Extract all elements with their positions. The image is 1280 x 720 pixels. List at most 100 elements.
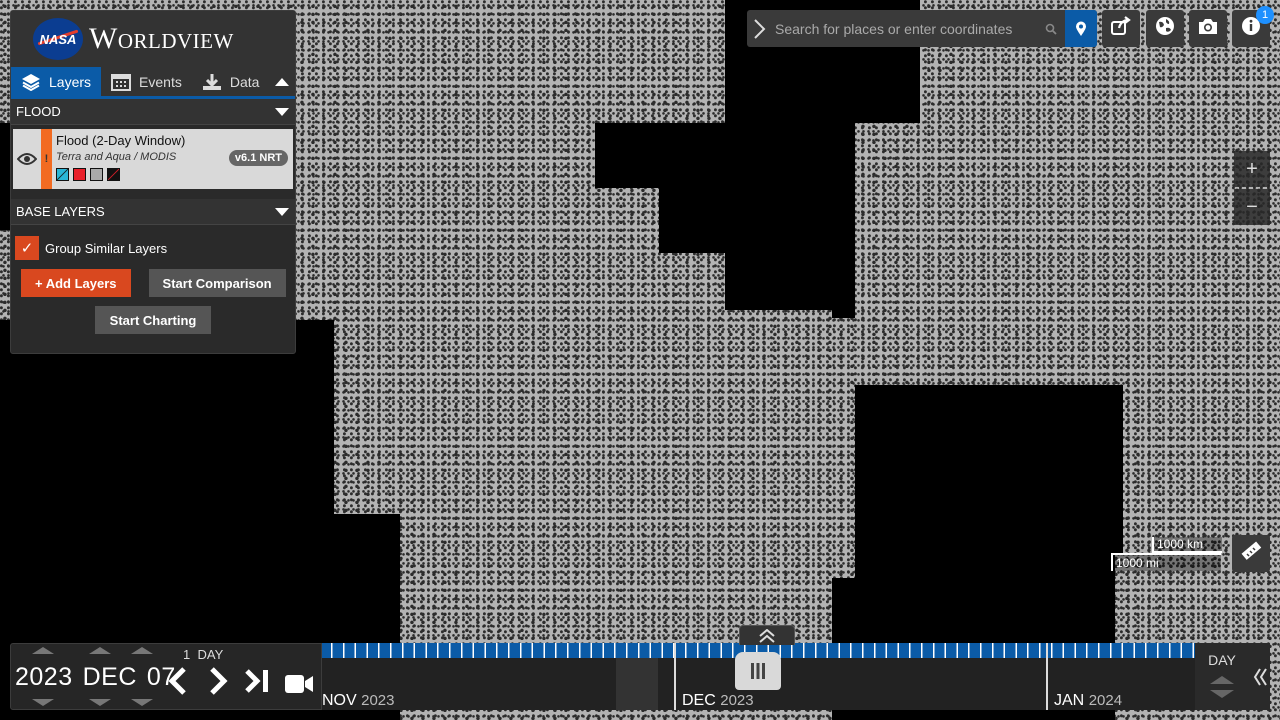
sidebar-tabs: Layers Events Data xyxy=(11,67,295,99)
group-similar-layers[interactable]: ✓ Group Similar Layers xyxy=(11,225,295,260)
year-increment-arrow[interactable] xyxy=(32,647,54,654)
base-layers-section-header[interactable]: BASE LAYERS xyxy=(11,199,295,225)
add-layers-button[interactable]: + Add Layers xyxy=(21,269,131,297)
legend-swatch-red[interactable] xyxy=(73,168,86,181)
ruler-icon xyxy=(1240,540,1262,567)
double-chevron-left-icon xyxy=(1253,667,1267,686)
zoom-level-label: DAY xyxy=(1208,652,1236,668)
month-divider xyxy=(1046,643,1048,710)
download-icon xyxy=(202,73,222,91)
search-input[interactable] xyxy=(773,20,1037,37)
interval-selector[interactable]: 1 DAY xyxy=(183,647,223,662)
legend-swatch-cyan[interactable] xyxy=(56,168,69,181)
zoom-out-button[interactable]: − xyxy=(1234,189,1270,225)
timeline-shade xyxy=(616,658,658,710)
caret-down-icon[interactable] xyxy=(275,207,289,216)
month-year: 2023 xyxy=(361,692,395,709)
day-decrement-arrow[interactable] xyxy=(131,699,153,706)
search-bar xyxy=(747,10,1097,47)
skip-to-end-icon xyxy=(245,669,268,693)
scale-bar-km: 1000 km xyxy=(1152,537,1222,553)
start-charting-button[interactable]: Start Charting xyxy=(95,306,211,334)
overlays-heading: FLOOD xyxy=(16,104,61,119)
zoom-level-up-arrow[interactable] xyxy=(1210,676,1234,684)
nasa-logo-text: NASA xyxy=(39,31,77,47)
eye-icon[interactable] xyxy=(13,129,41,189)
chevron-right-icon[interactable] xyxy=(747,18,773,40)
interval-count: 1 xyxy=(183,647,191,662)
month-increment-arrow[interactable] xyxy=(89,647,111,654)
sidebar: NASA Worldview Layers Events Data FLOOD xyxy=(10,10,296,354)
month-divider xyxy=(674,643,676,710)
tab-data[interactable]: Data xyxy=(192,67,270,96)
collapse-sidebar-button[interactable] xyxy=(269,67,295,96)
date-selector: 2023 DEC 07 1 DAY xyxy=(10,643,322,710)
scale-bar-mi: 1000 mi xyxy=(1111,553,1221,571)
interval-unit: DAY xyxy=(197,647,224,662)
base-layers-heading: BASE LAYERS xyxy=(16,204,105,219)
layer-warning-indicator[interactable]: ! xyxy=(41,129,52,189)
timeline-scrubber-handle[interactable] xyxy=(735,652,781,690)
measure-button[interactable] xyxy=(1232,535,1270,572)
start-comparison-button[interactable]: Start Comparison xyxy=(148,269,286,297)
timeline-month-label[interactable]: JAN 2024 xyxy=(1054,692,1122,710)
timeline-month-label[interactable]: NOV 2023 xyxy=(322,692,395,710)
chevron-up-icon xyxy=(275,77,290,86)
calendar-icon xyxy=(111,73,132,91)
group-similar-label: Group Similar Layers xyxy=(45,240,168,256)
layer-version-badge: v6.1 NRT xyxy=(228,150,288,166)
date-year[interactable]: 2023 xyxy=(15,663,73,692)
info-button[interactable]: 1 xyxy=(1232,6,1274,47)
video-camera-icon xyxy=(285,675,313,693)
share-icon xyxy=(1110,16,1132,41)
current-date: 2023 DEC 07 xyxy=(15,663,176,692)
location-pin-icon[interactable] xyxy=(1065,10,1097,47)
tab-layers-label: Layers xyxy=(49,73,92,90)
chevron-right-icon xyxy=(210,667,228,695)
camera-icon xyxy=(1197,17,1219,40)
legend-swatch-black[interactable] xyxy=(107,168,120,181)
warning-icon: ! xyxy=(44,153,49,165)
tab-events[interactable]: Events xyxy=(101,67,192,96)
notification-badge: 1 xyxy=(1256,6,1274,24)
previous-day-button[interactable] xyxy=(166,666,190,704)
share-button[interactable] xyxy=(1102,10,1140,47)
timeline-toggle-button[interactable] xyxy=(739,625,795,645)
tab-events-label: Events xyxy=(139,73,182,90)
timeline-collapse-button[interactable] xyxy=(1249,643,1270,710)
group-similar-checkbox[interactable]: ✓ xyxy=(15,236,39,260)
animation-button[interactable] xyxy=(284,669,314,703)
layers-icon xyxy=(21,73,41,91)
tab-layers[interactable]: Layers xyxy=(11,67,102,96)
legend-swatch-gray[interactable] xyxy=(90,168,103,181)
snapshot-button[interactable] xyxy=(1189,10,1227,47)
jump-to-today-button[interactable] xyxy=(243,668,271,702)
layer-name: Flood (2-Day Window) xyxy=(56,133,186,148)
brand-header: NASA Worldview xyxy=(11,11,295,67)
app-title: Worldview xyxy=(89,22,234,55)
next-day-button[interactable] xyxy=(206,666,230,704)
globe-icon xyxy=(1154,15,1176,42)
search-icon[interactable] xyxy=(1037,23,1065,35)
year-decrement-arrow[interactable] xyxy=(32,699,54,706)
layer-item-flood[interactable]: ! Flood (2-Day Window) Terra and Aqua / … xyxy=(13,129,293,189)
chevron-left-icon xyxy=(168,667,186,695)
sidebar-actions: + Add Layers Start Comparison xyxy=(11,260,295,297)
month-year: 2024 xyxy=(1088,692,1123,709)
double-chevron-up-icon xyxy=(759,628,775,643)
day-increment-arrow[interactable] xyxy=(131,647,153,654)
timeline-zoom-level[interactable]: DAY xyxy=(1195,643,1249,710)
month-name: JAN xyxy=(1054,692,1085,709)
zoom-level-down-arrow[interactable] xyxy=(1210,690,1234,698)
caret-down-icon[interactable] xyxy=(275,107,289,116)
timeline-month-label[interactable]: DEC 2023 xyxy=(682,692,754,710)
date-month[interactable]: DEC xyxy=(83,663,137,692)
month-name: NOV xyxy=(322,692,357,709)
layer-legend[interactable] xyxy=(56,168,293,181)
overlays-section-header[interactable]: FLOOD xyxy=(11,99,295,125)
month-decrement-arrow[interactable] xyxy=(89,699,111,706)
grip-icon xyxy=(751,663,765,679)
projection-button[interactable] xyxy=(1146,10,1184,47)
zoom-in-button[interactable]: + xyxy=(1234,151,1270,187)
nasa-logo[interactable]: NASA xyxy=(33,18,83,60)
